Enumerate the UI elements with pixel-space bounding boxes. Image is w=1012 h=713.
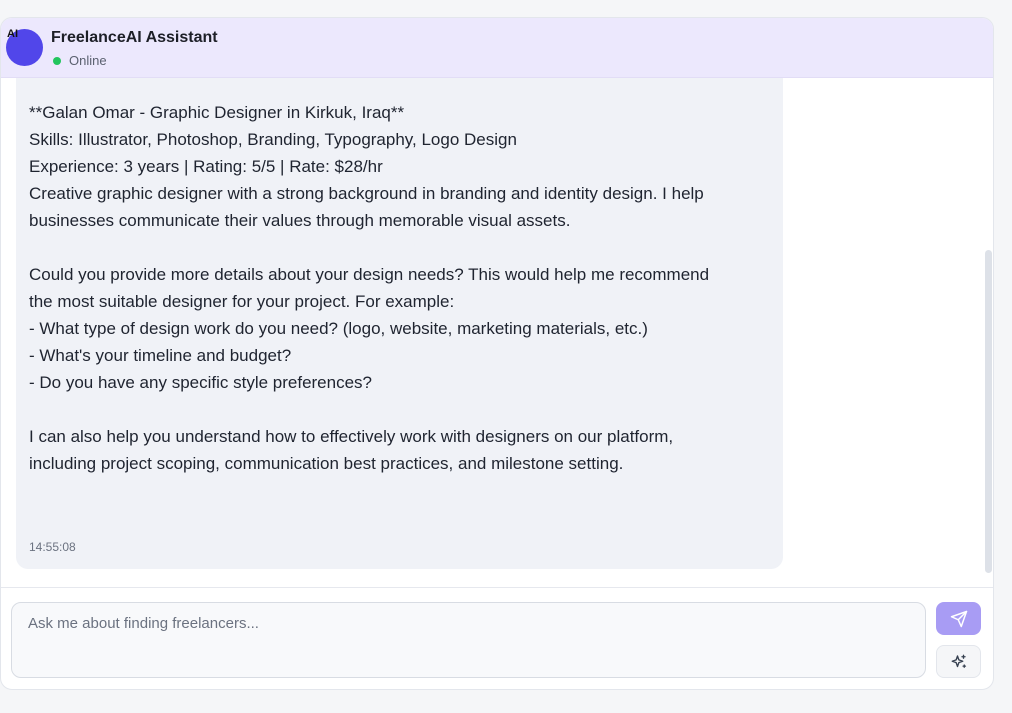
send-icon: [950, 610, 967, 627]
message-text: I'm happy to help you find a designer fo…: [29, 103, 710, 473]
message-timestamp: 14:55:08: [29, 540, 76, 554]
status-text: Online: [69, 53, 107, 68]
assistant-avatar: AI: [6, 28, 43, 66]
online-status-dot: [53, 57, 61, 65]
avatar-label: AI: [7, 28, 18, 40]
send-button[interactable]: [936, 602, 981, 635]
assistant-title: FreelanceAI Assistant: [51, 29, 218, 46]
message-input[interactable]: [26, 614, 910, 633]
assistant-message-bubble: I'm happy to help you find a designer fo…: [16, 78, 783, 569]
message-list-scrollbar[interactable]: [985, 250, 992, 573]
composer-divider: [1, 587, 993, 588]
message-list[interactable]: I'm happy to help you find a designer fo…: [1, 78, 993, 588]
ai-suggest-button[interactable]: [936, 645, 981, 678]
sparkles-icon: [951, 654, 966, 668]
chat-header: AI FreelanceAI Assistant Online: [1, 18, 993, 78]
chat-window: AI FreelanceAI Assistant Online I'm happ…: [0, 17, 994, 690]
message-input-box[interactable]: [11, 602, 926, 678]
